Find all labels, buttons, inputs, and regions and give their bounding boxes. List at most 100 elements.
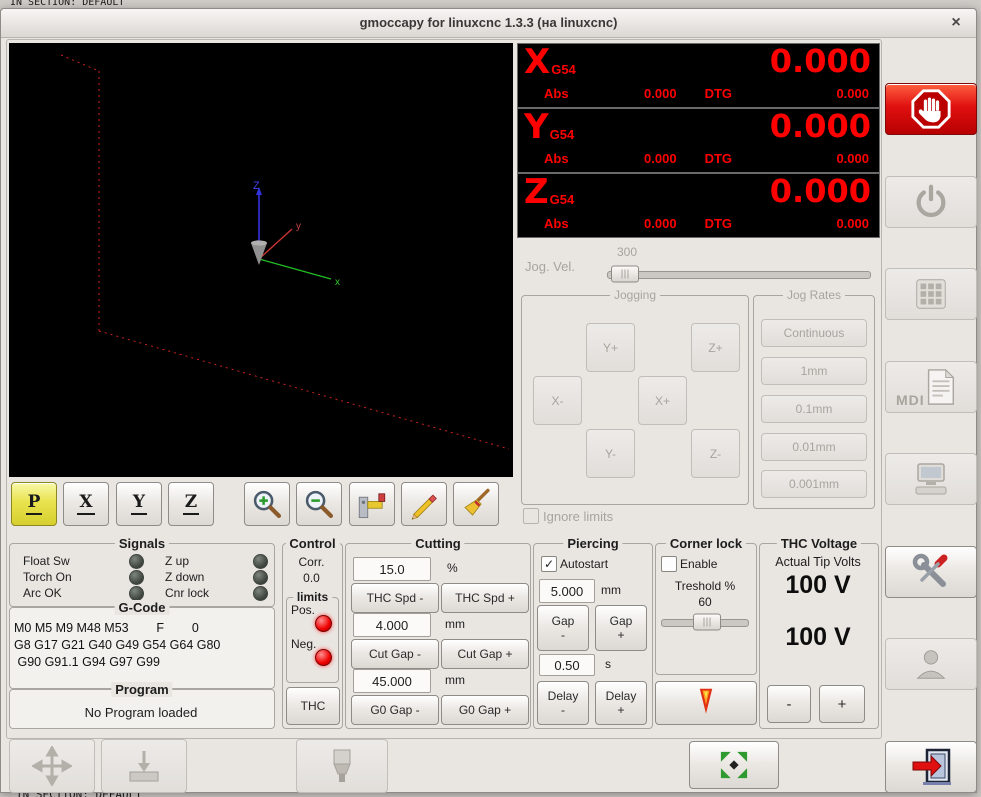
dro-y-system: G54 (549, 127, 575, 142)
view-x-button[interactable]: X (63, 482, 109, 526)
exit-door-icon (912, 748, 951, 785)
titlebar[interactable]: gmoccapy for linuxcnc 1.3.3 (на linuxcnc… (1, 9, 976, 38)
signals-title: Signals (114, 536, 170, 551)
dro-y-value: 0.000 (769, 107, 871, 145)
pierce-delay-plus-button[interactable]: Delay + (595, 681, 647, 725)
spindle-icon (333, 749, 351, 782)
tool-edit-button[interactable] (885, 453, 977, 505)
thc-speed-minus-button[interactable]: THC Spd - (351, 583, 439, 613)
jog-velocity-slider-handle[interactable] (611, 265, 639, 283)
jog-rate-0-01mm-button[interactable]: 0.01mm (761, 433, 867, 461)
pierce-gap-entry[interactable]: 5.000 (539, 579, 595, 603)
thc-button[interactable]: THC (286, 687, 340, 725)
jog-x-plus-button[interactable]: X+ (638, 376, 687, 425)
ignore-limits-label: Ignore limits (543, 509, 614, 524)
ignore-limits-checkbox[interactable] (523, 508, 539, 524)
gcode-title: G-Code (114, 600, 170, 615)
jog-rate-1mm-button[interactable]: 1mm (761, 357, 867, 385)
dro-axis-z[interactable]: Z G54 0.000 Abs 0.000 DTG 0.000 (517, 173, 880, 238)
close-button[interactable]: × (946, 13, 966, 33)
exit-button[interactable] (885, 741, 977, 793)
g0-gap-entry[interactable]: 45.000 (353, 669, 431, 693)
z-axis-label: Z (253, 180, 260, 192)
cut-gap-plus-button[interactable]: Cut Gap + (441, 639, 529, 669)
cut-gap-unit: mm (445, 617, 465, 631)
tool-measure-button[interactable] (101, 739, 187, 793)
autostart-checkmark: ✓ (543, 557, 555, 571)
dro-axis-x[interactable]: X G54 0.000 Abs 0.000 DTG 0.000 (517, 43, 880, 108)
dro-x-abs-label: Abs (544, 86, 569, 101)
pencil-icon (411, 494, 437, 520)
jog-y-minus-button[interactable]: Y- (586, 429, 635, 478)
pierce-delay-entry[interactable]: 0.50 (539, 654, 595, 676)
z-down-led (253, 570, 268, 585)
dro-axis-y[interactable]: Y G54 0.000 Abs 0.000 DTG 0.000 (517, 108, 880, 173)
jog-z-minus-button[interactable]: Z- (691, 429, 740, 478)
torch-fire-button[interactable] (655, 681, 757, 725)
jog-y-plus-button[interactable]: Y+ (586, 323, 635, 372)
thc-voltage-title: THC Voltage (776, 536, 862, 551)
g0-gap-minus-button[interactable]: G0 Gap - (351, 695, 439, 725)
threshold-slider[interactable] (661, 613, 749, 631)
tool-sensor-button[interactable] (349, 482, 395, 526)
view-z-button[interactable]: Z (168, 482, 214, 526)
thc-speed-plus-button[interactable]: THC Spd + (441, 583, 529, 613)
threshold-label: Treshold % (674, 579, 736, 593)
gcode-line-2: G8 G17 G21 G40 G49 G54 G64 G80 (14, 638, 221, 652)
jog-rate-0-1mm-button[interactable]: 0.1mm (761, 395, 867, 423)
manual-mode-button[interactable] (885, 268, 977, 320)
torch-flame-icon (699, 688, 713, 714)
settings-button[interactable] (885, 546, 977, 598)
autostart-checkbox[interactable]: ✓ (541, 556, 557, 572)
zoom-in-button[interactable] (244, 482, 290, 526)
jog-x-minus-button[interactable]: X- (533, 376, 582, 425)
jog-z-plus-button[interactable]: Z+ (691, 323, 740, 372)
jog-velocity-slider[interactable] (607, 265, 871, 283)
pierce-gap-minus-button[interactable]: Gap - (537, 605, 589, 651)
cut-gap-minus-button[interactable]: Cut Gap - (351, 639, 439, 669)
z-up-led (253, 554, 268, 569)
gremlin-preview[interactable]: Z y x (9, 43, 513, 477)
letter-y-icon: Y (130, 493, 148, 515)
g0-gap-plus-button[interactable]: G0 Gap + (441, 695, 529, 725)
user-settings-button[interactable] (885, 638, 977, 690)
user-icon (916, 650, 946, 679)
program-status: No Program loaded (84, 705, 198, 720)
spindle-button[interactable] (296, 739, 388, 793)
letter-z-icon: Z (182, 493, 200, 515)
actual-tip-volts-label: Actual Tip Volts (775, 555, 861, 569)
pierce-gap-unit: mm (601, 583, 621, 597)
touch-off-button[interactable] (9, 739, 95, 793)
threshold-slider-handle[interactable] (693, 613, 721, 631)
keypad-icon (916, 279, 946, 309)
expand-preview-button[interactable] (689, 741, 779, 789)
dro-x-system: G54 (551, 62, 576, 77)
mdi-mode-button[interactable]: MDI (885, 361, 977, 413)
estop-hand-icon (911, 89, 951, 129)
axes-gizmo: Z y x (251, 180, 340, 288)
feed-override-entry[interactable]: 15.0 (353, 557, 431, 581)
pierce-delay-minus-button[interactable]: Delay - (537, 681, 589, 725)
mdi-label: MDI (896, 392, 925, 408)
corner-lock-enable-checkbox[interactable] (661, 556, 677, 572)
jog-rate-0-001mm-button[interactable]: 0.001mm (761, 470, 867, 498)
float-sw-label: Float Sw (23, 554, 70, 568)
cut-gap-entry[interactable]: 4.000 (353, 613, 431, 637)
zoom-out-button[interactable] (296, 482, 342, 526)
cnr-lock-led (253, 586, 268, 601)
machine-on-button[interactable] (885, 176, 977, 228)
jog-velocity-label: Jog. Vel. (525, 259, 575, 274)
arc-ok-led (129, 586, 144, 601)
computer-icon (915, 463, 947, 495)
view-perspective-button[interactable]: P (11, 482, 57, 526)
edit-gcode-button[interactable] (401, 482, 447, 526)
view-y-button[interactable]: Y (116, 482, 162, 526)
pierce-gap-plus-button[interactable]: Gap + (595, 605, 647, 651)
estop-button[interactable] (885, 83, 977, 135)
volts-plus-button[interactable]: + (819, 685, 865, 723)
x-axis-label: x (335, 277, 340, 288)
clear-plot-button[interactable] (453, 482, 499, 526)
volts-minus-button[interactable]: - (767, 685, 811, 723)
jog-velocity-value: 300 (617, 245, 638, 259)
jog-rate-continuous-button[interactable]: Continuous (761, 319, 867, 347)
